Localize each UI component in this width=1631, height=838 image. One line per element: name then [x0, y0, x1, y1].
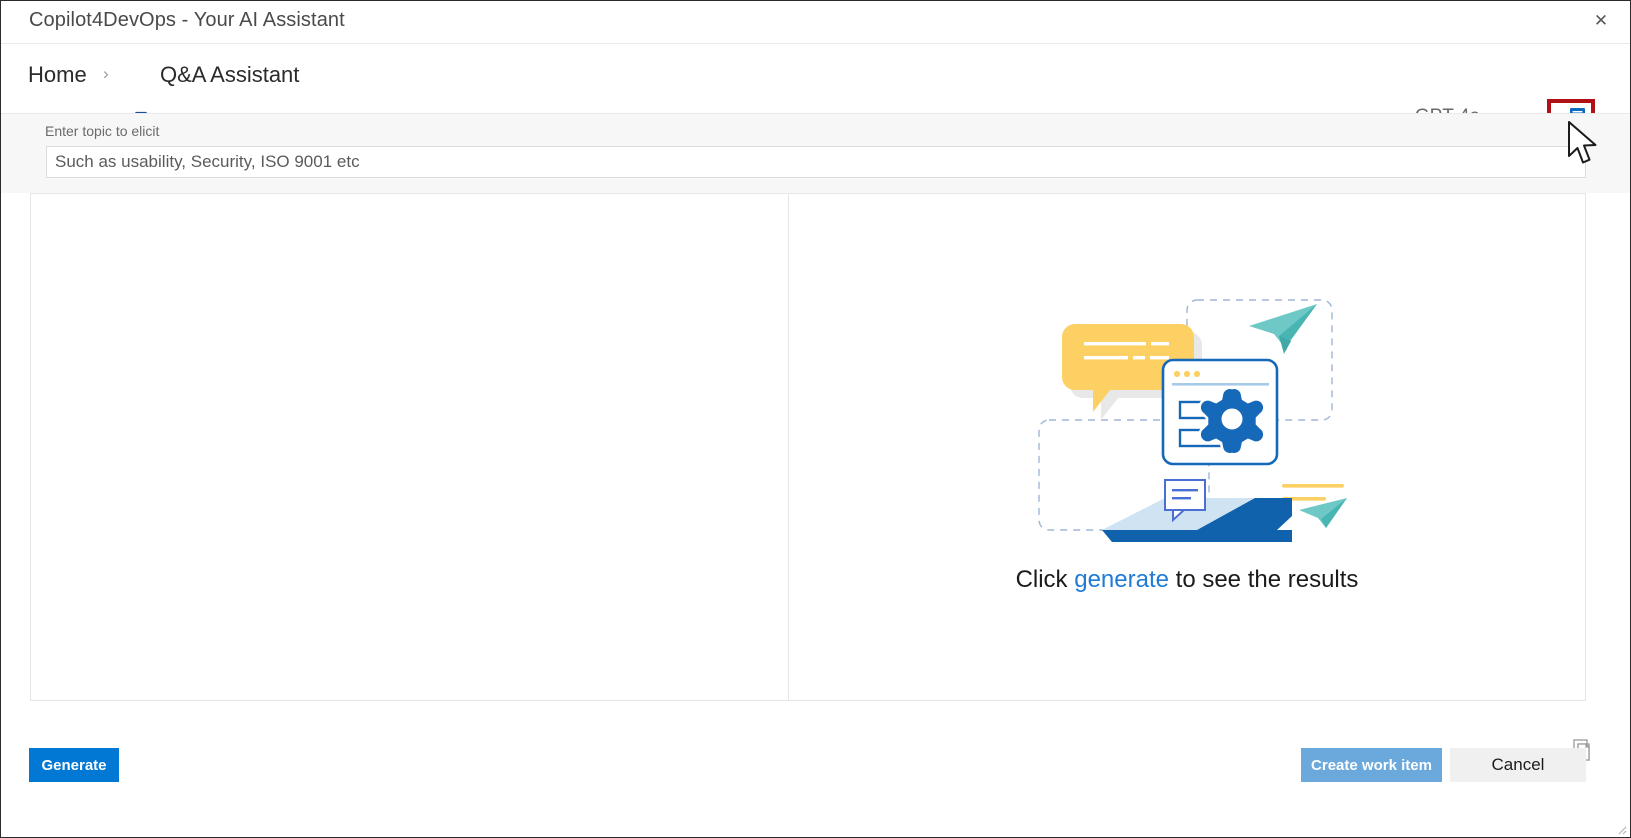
content-area: Click generate to see the results: [30, 193, 1586, 701]
generate-button[interactable]: Generate: [29, 748, 119, 782]
empty-state-illustration: [1027, 282, 1347, 554]
resize-grip[interactable]: [1615, 822, 1627, 835]
hint-prefix: Click: [1015, 566, 1075, 593]
preview-panel: Click generate to see the results: [789, 194, 1585, 700]
cancel-button[interactable]: Cancel: [1450, 748, 1586, 782]
hint-generate-link[interactable]: generate: [1074, 566, 1169, 593]
topic-label: Enter topic to elicit: [45, 123, 160, 139]
empty-state-hint: Click generate to see the results: [789, 566, 1585, 594]
topic-input[interactable]: [46, 146, 1586, 178]
create-work-item-button[interactable]: Create work item: [1301, 748, 1442, 782]
results-list-panel[interactable]: [31, 194, 789, 700]
breadcrumb-separator: ›: [103, 64, 109, 83]
title-bar: Copilot4DevOps - Your AI Assistant ✕: [1, 1, 1630, 43]
hint-suffix: to see the results: [1168, 566, 1359, 593]
topic-section: Enter topic to elicit: [1, 113, 1630, 193]
breadcrumb-item-current: Q&A Assistant: [160, 62, 300, 87]
close-button[interactable]: ✕: [1584, 5, 1618, 35]
window-title: Copilot4DevOps - Your AI Assistant: [29, 9, 345, 31]
breadcrumb-bar: Home › A Q Q&A Assistant ? GPT 4o: [1, 43, 1630, 164]
breadcrumb-item-home[interactable]: Home: [28, 62, 87, 88]
copilot4devops-dialog: Copilot4DevOps - Your AI Assistant ✕ Hom…: [0, 0, 1631, 838]
